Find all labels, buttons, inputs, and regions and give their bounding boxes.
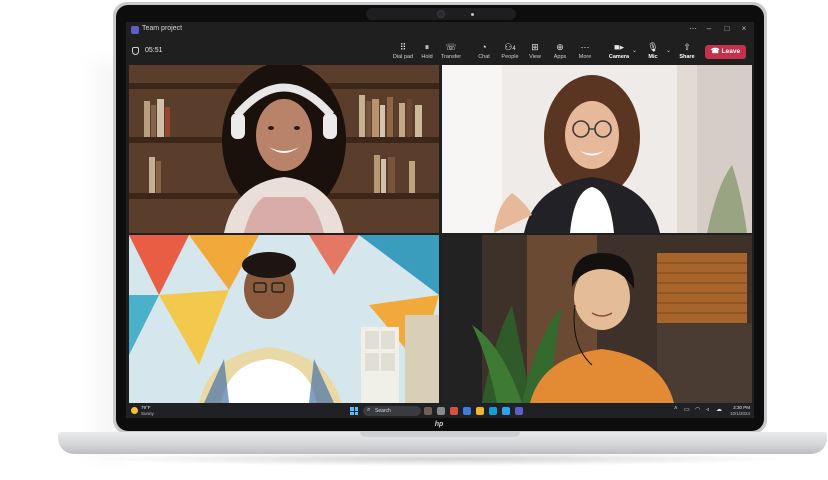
- share-label: Share: [679, 54, 695, 60]
- search-icon: ⌕: [367, 407, 371, 413]
- leave-button[interactable]: ☎ Leave: [705, 45, 746, 59]
- store-app-icon[interactable]: [502, 407, 510, 415]
- participant-video-tile-2[interactable]: [442, 65, 752, 233]
- chat-label: Chat: [478, 54, 490, 60]
- chat-icon: ◔: [481, 42, 487, 52]
- webcam-icon: [437, 10, 445, 18]
- webcam-led: [471, 13, 474, 16]
- transfer-icon: ☏: [445, 42, 457, 52]
- mail-app-icon[interactable]: [463, 407, 471, 415]
- mic-options-chevron-down-icon[interactable]: ⌄: [666, 47, 671, 54]
- mic-icon: 🎙: [647, 42, 659, 52]
- hold-label: Hold: [421, 54, 433, 60]
- teams-taskbar-icon[interactable]: [515, 407, 523, 415]
- laptop-screen: Team project ⋯ – □ × 05:51 ⠿ Dial pad ⏸ …: [126, 22, 754, 418]
- participant-video-1: [129, 65, 439, 233]
- people-icon: ⚇4: [504, 42, 516, 52]
- windows-start-icon[interactable]: [350, 407, 358, 415]
- participant-video-tile-4[interactable]: [442, 235, 752, 403]
- view-label: View: [529, 54, 541, 60]
- mic-button[interactable]: 🎙 Mic: [640, 41, 666, 63]
- apps-icon: ⊕: [556, 42, 564, 52]
- taskbar-search-input[interactable]: ⌕ Search: [363, 406, 421, 416]
- share-button[interactable]: ⇧ Share: [674, 41, 700, 63]
- dial-pad-label: Dial pad: [392, 54, 414, 60]
- apps-button[interactable]: ⊕ Apps: [547, 41, 573, 63]
- camera-icon: ■▸: [614, 42, 624, 52]
- minimize-icon[interactable]: –: [702, 24, 716, 33]
- weather-condition[interactable]: Sunny: [141, 411, 154, 416]
- participant-video-3: [129, 235, 439, 403]
- close-icon[interactable]: ×: [737, 24, 751, 33]
- search-placeholder: Search: [375, 408, 391, 414]
- dialpad-icon: ⠿: [399, 42, 407, 52]
- more-options-icon[interactable]: ⋯: [686, 24, 700, 33]
- window-titlebar: Team project ⋯ – □ ×: [126, 22, 754, 38]
- volume-icon[interactable]: ◃: [706, 406, 709, 413]
- widgets-icon[interactable]: [437, 407, 445, 415]
- office-app-icon[interactable]: [450, 407, 458, 415]
- shield-icon: [132, 47, 139, 55]
- people-label: People: [501, 54, 519, 60]
- participant-video-2: [442, 65, 752, 233]
- taskbar-clock-time[interactable]: 2:30 PM: [726, 405, 750, 410]
- people-button[interactable]: ⚇4 People: [497, 41, 523, 63]
- view-grid-icon: ⊞: [531, 42, 539, 52]
- wifi-icon[interactable]: ◠: [695, 406, 700, 413]
- camera-label: Camera: [608, 54, 630, 60]
- sun-icon: [131, 407, 138, 414]
- window-title: Team project: [142, 25, 183, 32]
- teams-app-icon: [131, 26, 139, 34]
- hang-up-icon: ☎: [710, 48, 720, 55]
- maximize-icon[interactable]: □: [720, 24, 734, 33]
- laptop-base-shadow: [90, 452, 790, 466]
- people-count-badge: 4: [512, 46, 516, 52]
- edge-browser-icon[interactable]: [489, 407, 497, 415]
- camera-options-chevron-down-icon[interactable]: ⌄: [632, 47, 637, 54]
- meeting-toolbar: 05:51 ⠿ Dial pad ⏸ Hold ☏ Transfer ◔ Cha…: [126, 38, 754, 64]
- hp-logo: hp: [434, 421, 444, 428]
- more-icon: ⋯: [580, 42, 590, 52]
- taskbar-clock-date[interactable]: 10/1/2024: [722, 411, 750, 416]
- transfer-label: Transfer: [440, 54, 462, 60]
- windows-taskbar: 79°F Sunny ⌕ Search ˄ ▭ ◠ ◃ ☁ 2:30 PM 10…: [126, 404, 754, 418]
- battery-icon[interactable]: ▭: [684, 406, 690, 413]
- file-explorer-icon[interactable]: [476, 407, 484, 415]
- meeting-timer: 05:51: [145, 47, 163, 54]
- more-button[interactable]: ⋯ More: [572, 41, 598, 63]
- participant-video-tile-3[interactable]: [129, 235, 439, 403]
- hold-button[interactable]: ⏸ Hold: [414, 41, 440, 63]
- apps-label: Apps: [553, 54, 567, 60]
- weather-temperature[interactable]: 79°F: [141, 405, 151, 410]
- share-icon: ⇧: [683, 42, 691, 52]
- leave-label: Leave: [721, 48, 741, 55]
- more-label: More: [578, 54, 592, 60]
- participant-video-tile-1[interactable]: [129, 65, 439, 233]
- pause-icon: ⏸: [424, 42, 430, 52]
- dial-pad-button[interactable]: ⠿ Dial pad: [390, 41, 416, 63]
- participant-video-4: [442, 235, 752, 403]
- chat-button[interactable]: ◔ Chat: [471, 41, 497, 63]
- task-view-icon[interactable]: [424, 407, 432, 415]
- laptop-base-notch: [360, 432, 520, 437]
- camera-button[interactable]: ■▸ Camera: [606, 41, 632, 63]
- view-button[interactable]: ⊞ View: [522, 41, 548, 63]
- chevron-up-icon[interactable]: ˄: [674, 406, 678, 412]
- transfer-button[interactable]: ☏ Transfer: [438, 41, 464, 63]
- mic-label: Mic: [648, 54, 658, 60]
